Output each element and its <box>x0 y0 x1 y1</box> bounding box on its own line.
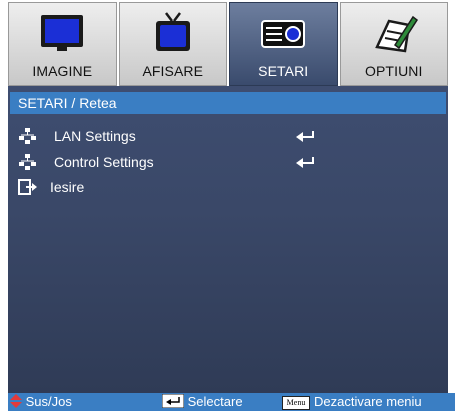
enter-icon <box>296 131 314 142</box>
monitor-icon <box>41 15 84 51</box>
projector-icon <box>261 20 306 48</box>
menu-key-icon: Menu <box>282 395 310 410</box>
enter-key-icon <box>161 393 185 409</box>
tab-afisare[interactable]: AFISARE <box>118 2 227 86</box>
updown-arrow-icon <box>10 394 22 408</box>
menu-item-label: LAN Settings <box>54 128 136 144</box>
select-hint: Selectare <box>161 393 243 411</box>
updown-label: Sus/Jos <box>25 394 72 409</box>
exit-menu-label: Dezactivare meniu <box>314 394 422 409</box>
enter-icon <box>296 157 314 168</box>
status-bar: Sus/Jos Selectare Menu Dezactivare meniu <box>8 393 455 411</box>
menu-item-label: Iesire <box>50 179 85 195</box>
menu-item-lan-settings[interactable]: LAN Settings <box>18 126 438 146</box>
settings-panel: SETARI / Retea LAN Settings Control Sett… <box>8 86 448 393</box>
menu-item-control-settings[interactable]: Control Settings <box>18 152 438 172</box>
tv-icon <box>155 12 190 51</box>
tab-label: SETARI <box>258 63 309 79</box>
tab-setari[interactable]: SETARI <box>229 2 338 86</box>
exit-menu-hint: Menu Dezactivare meniu <box>282 393 422 411</box>
osd-screen: IMAGINE AFISARE SETARI OPTIUNI SETARI / … <box>0 0 455 411</box>
tab-label: IMAGINE <box>32 63 93 79</box>
menu-item-iesire[interactable]: Iesire <box>18 177 438 197</box>
panel-title: SETARI / Retea <box>10 92 446 114</box>
tab-label: AFISARE <box>142 63 204 79</box>
network-icon <box>19 128 36 144</box>
tab-label: OPTIUNI <box>365 63 423 79</box>
select-label: Selectare <box>187 394 243 409</box>
tab-imagine[interactable]: IMAGINE <box>8 2 117 86</box>
exit-icon <box>18 179 37 195</box>
tab-optiuni[interactable]: OPTIUNI <box>339 2 448 86</box>
pen-paper-icon <box>374 15 418 53</box>
updown-hint: Sus/Jos <box>10 393 72 411</box>
menu-item-label: Control Settings <box>54 154 154 170</box>
network-icon <box>19 154 36 170</box>
menu-tab-bar: IMAGINE AFISARE SETARI OPTIUNI <box>8 2 448 86</box>
